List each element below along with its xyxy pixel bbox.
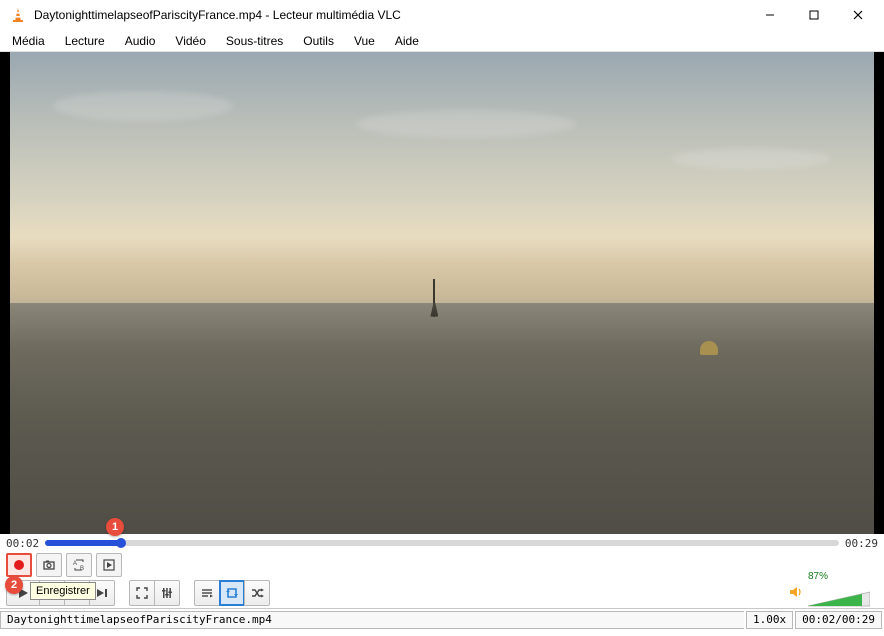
main-controls: 87% bbox=[0, 578, 884, 608]
extended-settings-button[interactable] bbox=[154, 580, 180, 606]
menu-outils[interactable]: Outils bbox=[295, 32, 342, 50]
total-time[interactable]: 00:29 bbox=[845, 537, 878, 550]
video-frame bbox=[10, 52, 874, 534]
time-bar: 00:02 00:29 bbox=[0, 534, 884, 552]
volume-slider[interactable] bbox=[808, 590, 870, 608]
annotation-marker-2: 2 bbox=[5, 576, 23, 594]
status-speed[interactable]: 1.00x bbox=[746, 611, 793, 629]
loop-ab-button[interactable]: AB bbox=[66, 553, 92, 577]
frame-step-button[interactable] bbox=[96, 553, 122, 577]
close-button[interactable] bbox=[836, 1, 880, 29]
status-bar: DaytonighttimelapseofPariscityFrance.mp4… bbox=[0, 608, 884, 630]
snapshot-button[interactable] bbox=[36, 553, 62, 577]
elapsed-time[interactable]: 00:02 bbox=[6, 537, 39, 550]
maximize-button[interactable] bbox=[792, 1, 836, 29]
window-title: DaytonighttimelapseofPariscityFrance.mp4… bbox=[34, 8, 748, 22]
status-filename[interactable]: DaytonighttimelapseofPariscityFrance.mp4 bbox=[0, 611, 744, 629]
svg-text:A: A bbox=[73, 561, 77, 567]
menu-media[interactable]: Média bbox=[4, 32, 53, 50]
eiffel-tower-icon bbox=[433, 279, 435, 317]
playlist-button[interactable] bbox=[194, 580, 220, 606]
menu-vue[interactable]: Vue bbox=[346, 32, 383, 50]
volume-area: 87% bbox=[788, 579, 878, 608]
speaker-icon[interactable] bbox=[788, 584, 804, 603]
record-tooltip: Enregistrer bbox=[30, 582, 96, 600]
vlc-cone-icon bbox=[8, 5, 28, 25]
advanced-toolbar: AB bbox=[0, 552, 884, 578]
minimize-button[interactable] bbox=[748, 1, 792, 29]
window-controls bbox=[748, 1, 880, 29]
menu-soustitres[interactable]: Sous-titres bbox=[218, 32, 291, 50]
fullscreen-button[interactable] bbox=[129, 580, 155, 606]
svg-text:B: B bbox=[80, 566, 84, 572]
annotation-marker-1: 1 bbox=[106, 518, 124, 536]
menu-audio[interactable]: Audio bbox=[117, 32, 164, 50]
menu-lecture[interactable]: Lecture bbox=[57, 32, 113, 50]
volume-percent: 87% bbox=[808, 571, 870, 582]
shuffle-button[interactable] bbox=[244, 580, 270, 606]
menu-aide[interactable]: Aide bbox=[387, 32, 427, 50]
titlebar: DaytonighttimelapseofPariscityFrance.mp4… bbox=[0, 0, 884, 30]
menu-video[interactable]: Vidéo bbox=[167, 32, 213, 50]
record-button[interactable] bbox=[6, 553, 32, 577]
dome-icon bbox=[700, 341, 718, 355]
seek-slider[interactable] bbox=[45, 540, 839, 546]
status-time[interactable]: 00:02/00:29 bbox=[795, 611, 882, 629]
loop-button[interactable] bbox=[219, 580, 245, 606]
video-area[interactable] bbox=[0, 52, 884, 534]
menubar: Média Lecture Audio Vidéo Sous-titres Ou… bbox=[0, 30, 884, 52]
